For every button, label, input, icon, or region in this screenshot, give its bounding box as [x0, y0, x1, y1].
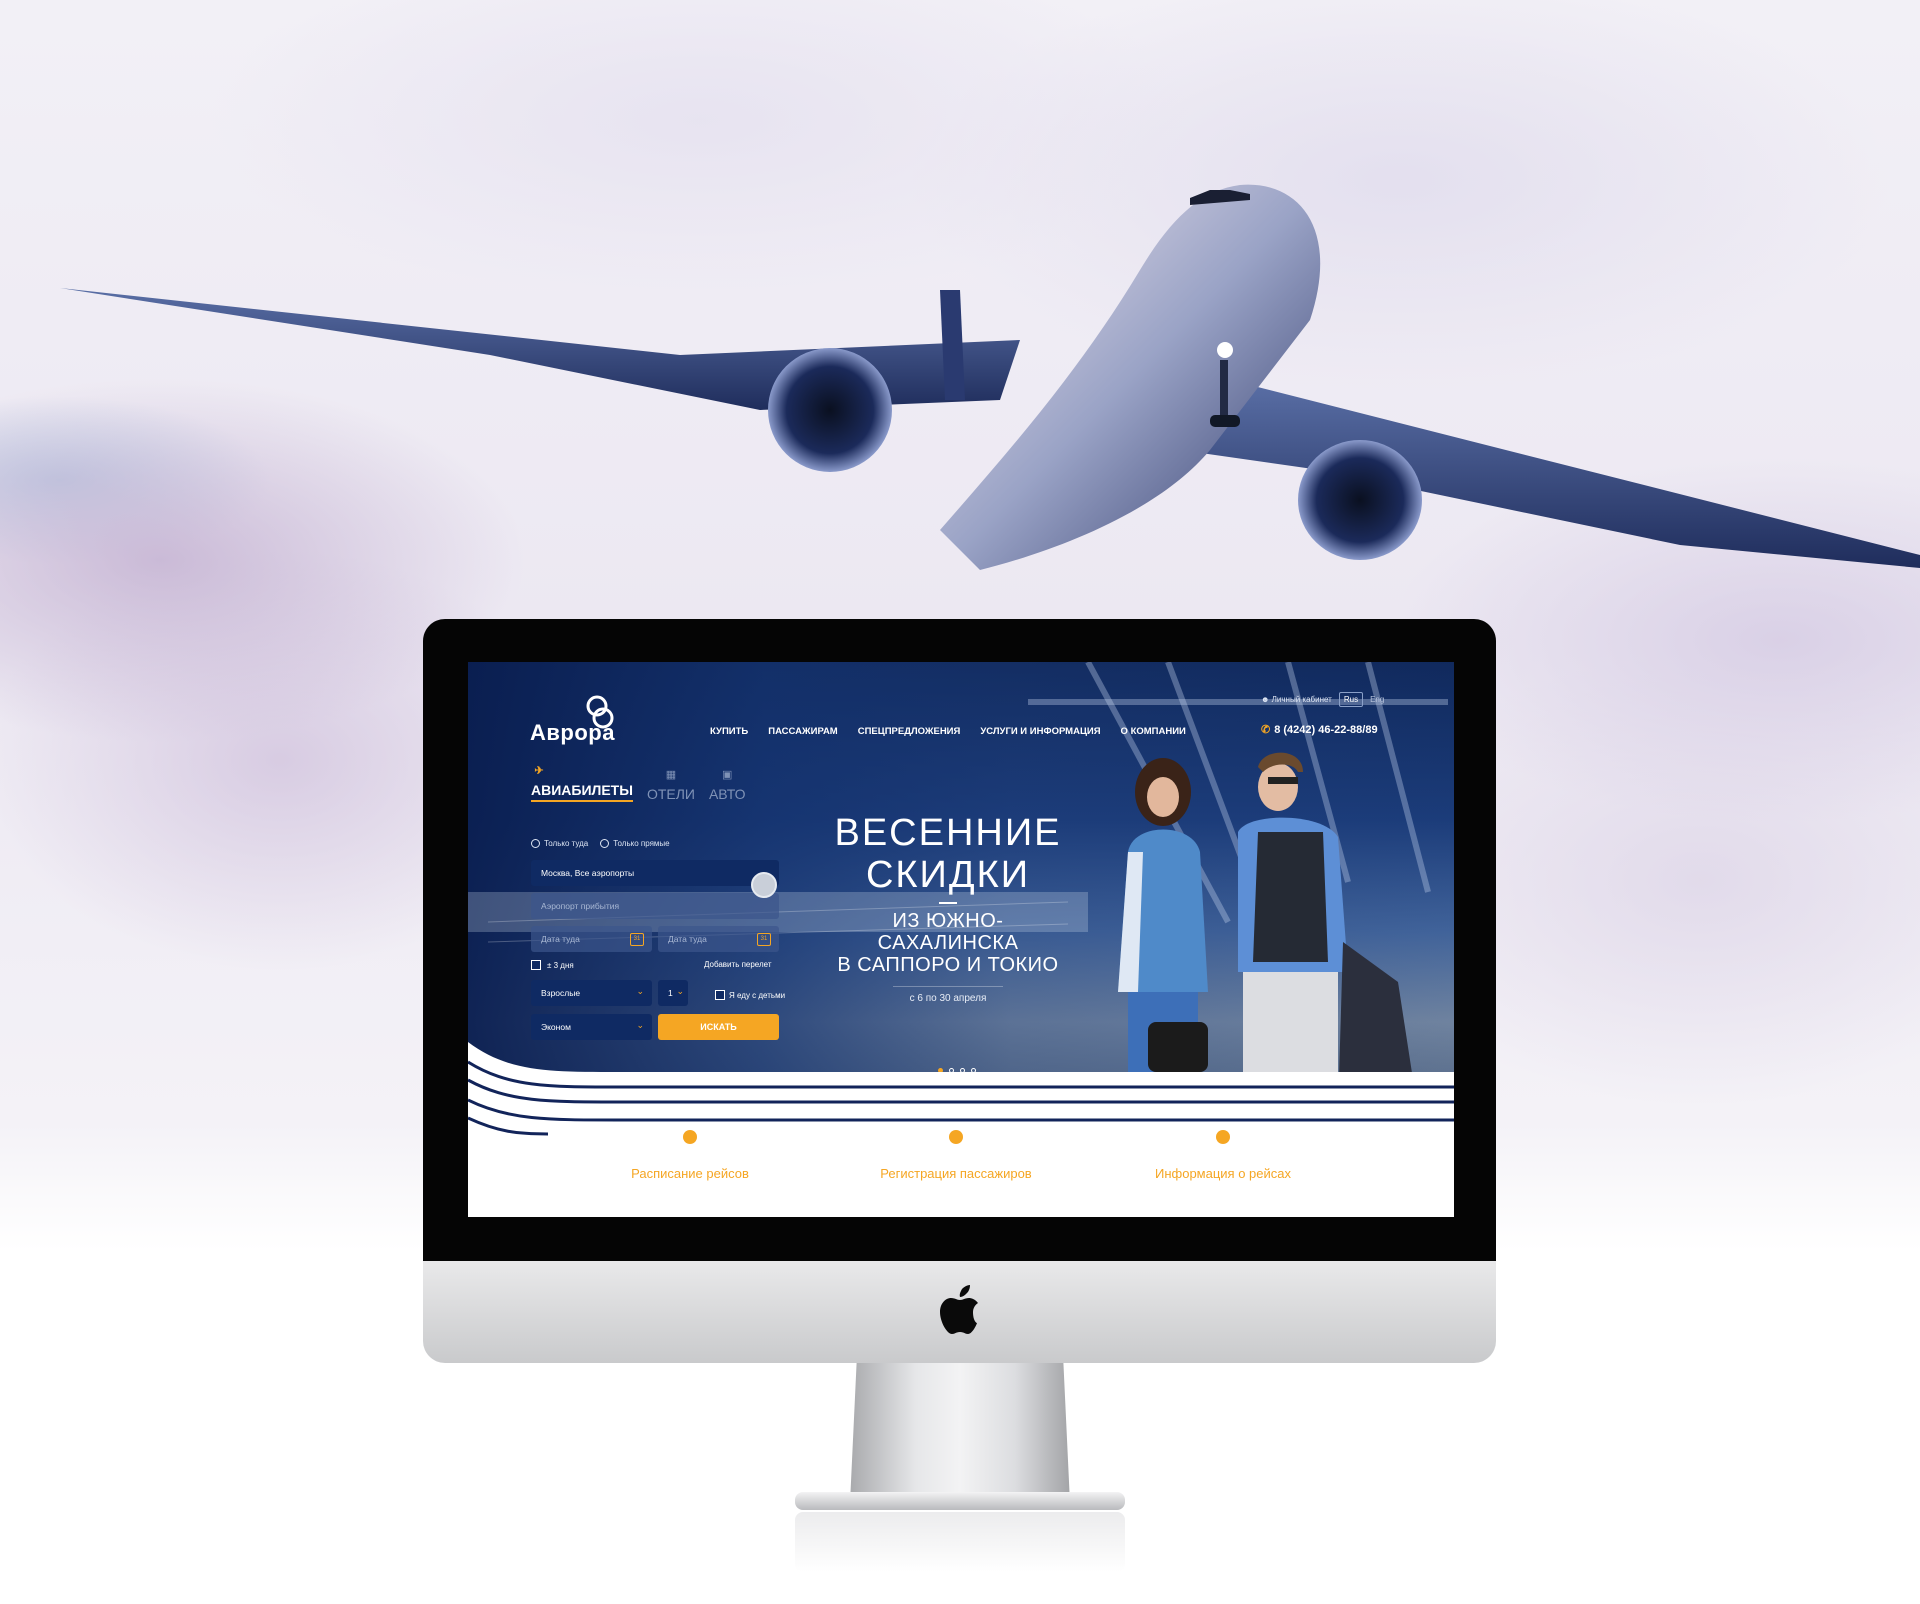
tab-flights[interactable]: ✈ АВИАБИЛЕТЫ — [531, 765, 633, 802]
radio-oneway-label: Только туда — [544, 839, 589, 848]
date-back-field[interactable]: Дата туда 31 — [658, 926, 779, 952]
apple-logo-icon — [940, 1285, 978, 1334]
nav-buy[interactable]: КУПИТЬ — [710, 726, 748, 737]
logo-text: Аврора — [530, 720, 615, 745]
date-there-label: Дата туда — [541, 934, 580, 944]
flex-days-checkbox[interactable] — [531, 960, 541, 970]
phone-icon: ✆ — [1261, 724, 1271, 736]
quick-link-schedule-label: Расписание рейсов — [631, 1166, 749, 1181]
quick-link-flight-info[interactable]: Информация о рейсах — [1123, 1130, 1323, 1181]
airplane-illustration — [60, 184, 1920, 571]
lang-eng[interactable]: Eng — [1370, 695, 1384, 704]
nav-special-offers[interactable]: СПЕЦПРЕДЛОЖЕНИЯ — [858, 726, 961, 737]
class-select[interactable]: Эконом ⌄ — [531, 1014, 652, 1040]
trip-options: Только туда Только прямые — [531, 839, 670, 848]
kids-checkbox[interactable] — [715, 990, 725, 1000]
radio-circle — [531, 839, 540, 848]
nav-services[interactable]: УСЛУГИ И ИНФОРМАЦИЯ — [980, 726, 1100, 737]
calendar-icon: 31 — [630, 933, 644, 946]
tab-cars[interactable]: ▣ АВТО — [708, 769, 746, 802]
phone-number[interactable]: ✆ 8 (4242) 46-22-88/89 — [1261, 723, 1378, 736]
account-link[interactable]: ☻ Личный кабинет — [1261, 695, 1332, 704]
add-flight-link[interactable]: Добавить перелет — [704, 960, 772, 969]
chevron-down-icon: ⌄ — [636, 1020, 644, 1030]
calendar-icon: 31 — [757, 933, 771, 946]
car-icon: ▣ — [722, 769, 733, 781]
radio-oneway[interactable]: Только туда — [531, 839, 588, 848]
imac-reflection — [795, 1512, 1125, 1572]
quick-link-checkin-label: Регистрация пассажиров — [880, 1166, 1032, 1181]
promo-divider — [939, 902, 957, 904]
tab-cars-label: АВТО — [708, 786, 746, 802]
imac-stand-foot — [795, 1492, 1125, 1510]
orange-dot-icon — [683, 1130, 697, 1144]
orange-dot-icon — [1216, 1130, 1230, 1144]
quick-link-flight-info-label: Информация о рейсах — [1155, 1166, 1291, 1181]
flex-days-option[interactable]: ± 3 дня — [531, 960, 574, 970]
flex-days-label: ± 3 дня — [547, 960, 574, 970]
passenger-count-value: 1 — [668, 988, 673, 998]
date-there-field[interactable]: Дата туда 31 — [531, 926, 652, 952]
quick-link-schedule[interactable]: Расписание рейсов — [590, 1130, 790, 1181]
radio-direct[interactable]: Только прямые — [600, 839, 670, 848]
main-nav: КУПИТЬ ПАССАЖИРАМ СПЕЦПРЕДЛОЖЕНИЯ УСЛУГИ… — [710, 726, 1186, 737]
user-icon: ☻ — [1261, 695, 1270, 704]
tab-flights-label: АВИАБИЛЕТЫ — [531, 782, 633, 798]
promo-sub-line1: ИЗ ЮЖНО-САХАЛИНСКА — [877, 910, 1019, 954]
tab-hotels-label: ОТЕЛИ — [646, 786, 695, 802]
tab-hotels[interactable]: ▦ ОТЕЛИ — [646, 769, 695, 802]
promo-dates: с 6 по 30 апреля — [893, 986, 1003, 1004]
passenger-type-value: Взрослые — [541, 988, 581, 998]
quick-link-checkin[interactable]: Регистрация пассажиров — [856, 1130, 1056, 1181]
promo-block[interactable]: ВЕСЕННИЕ СКИДКИ ИЗ ЮЖНО-САХАЛИНСКА В САП… — [823, 812, 1073, 1004]
kids-label: Я еду с детьми — [729, 990, 786, 1000]
account-label: Личный кабинет — [1271, 695, 1332, 704]
imac-stand-neck — [850, 1363, 1070, 1503]
to-airport-field[interactable]: Аэропорт прибытия — [531, 893, 779, 919]
orange-dot-icon — [949, 1130, 963, 1144]
chevron-down-icon: ⌄ — [676, 986, 684, 996]
kids-option[interactable]: Я еду с детьми — [715, 990, 785, 1000]
plane-icon: ✈ — [534, 765, 544, 777]
website-screen: Аврора КУПИТЬ ПАССАЖИРАМ СПЕЦПРЕДЛОЖЕНИЯ… — [468, 662, 1454, 1217]
hotel-icon: ▦ — [665, 769, 677, 781]
nav-passengers[interactable]: ПАССАЖИРАМ — [768, 726, 838, 737]
radio-direct-label: Только прямые — [613, 839, 670, 848]
nav-about[interactable]: О КОМПАНИИ — [1121, 726, 1186, 737]
search-button[interactable]: ИСКАТЬ — [658, 1014, 779, 1040]
lang-rus[interactable]: Rus — [1338, 692, 1364, 707]
passenger-type-select[interactable]: Взрослые ⌄ — [531, 980, 652, 1006]
date-back-label: Дата туда — [668, 934, 707, 944]
search-tabs: ✈ АВИАБИЛЕТЫ ▦ ОТЕЛИ ▣ АВТО — [531, 765, 746, 802]
promo-sub-line2: В САППОРО И ТОКИО — [837, 954, 1059, 976]
promo-title-line1: ВЕСЕННИЕ — [834, 812, 1062, 854]
top-bar: ☻ Личный кабинет Rus Eng — [1261, 692, 1384, 707]
phone-text: 8 (4242) 46-22-88/89 — [1274, 724, 1378, 736]
radio-circle — [600, 839, 610, 848]
chevron-down-icon: ⌄ — [636, 986, 644, 996]
passenger-count-select[interactable]: 1 ⌄ — [658, 980, 688, 1006]
swap-airports-button[interactable] — [751, 872, 777, 898]
class-value: Эконом — [541, 1022, 571, 1032]
from-airport-field[interactable]: Москва, Все аэропорты — [531, 860, 779, 886]
promo-title-line2: СКИДКИ — [865, 854, 1031, 896]
